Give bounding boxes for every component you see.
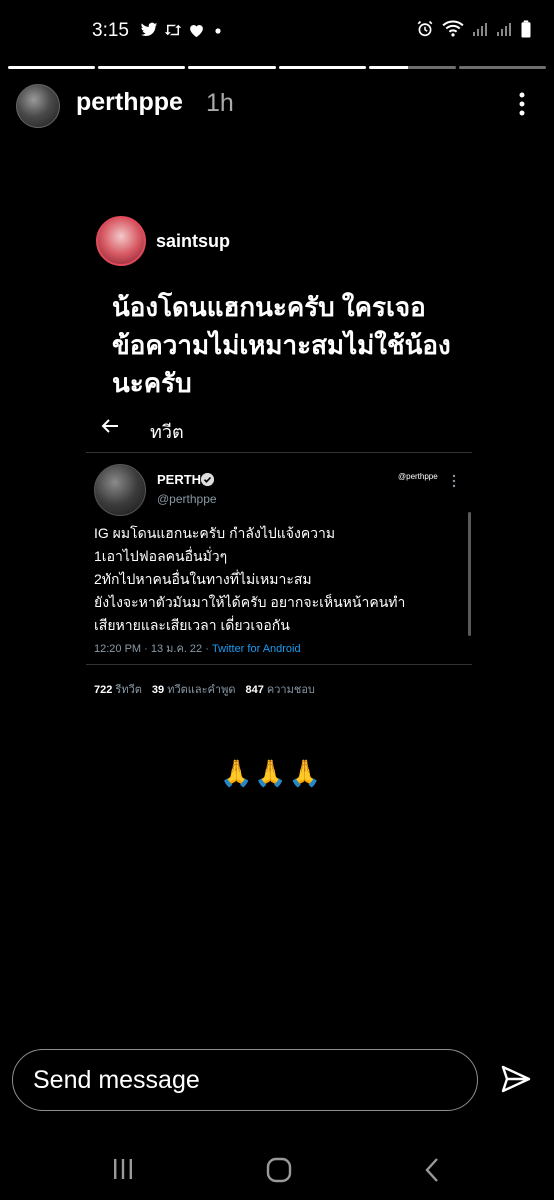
divider — [86, 452, 472, 453]
tweet-meta: 12:20 PM · 13 ม.ค. 22 · Twitter for Andr… — [94, 639, 301, 657]
wifi-icon — [442, 20, 464, 37]
progress-segment — [278, 66, 366, 69]
verified-badge-icon — [201, 473, 214, 486]
tweet-more-icon — [452, 474, 456, 488]
story-time-ago: 1h — [206, 89, 234, 117]
repost-username: saintsup — [156, 231, 231, 251]
stat-likes: 847 ความชอบ — [245, 684, 315, 696]
prayer-emoji: 🙏🙏🙏 — [220, 758, 324, 788]
battery-icon — [521, 20, 531, 38]
tweet-author-avatar — [94, 464, 146, 516]
story-progress-bar — [8, 66, 547, 70]
story-username[interactable]: perthppe — [76, 88, 183, 117]
progress-segment — [458, 66, 547, 69]
signal-icon — [473, 23, 487, 36]
more-options-icon[interactable] — [512, 90, 532, 118]
divider — [86, 664, 472, 665]
dot-icon — [215, 28, 221, 34]
tweet-body: IG ผมโดนแฮกนะครับ กำลังไปแจ้งความ 1เอาไป… — [94, 525, 406, 633]
progress-segment-current — [368, 66, 456, 69]
alarm-icon — [417, 20, 433, 37]
stat-quotes: 39 ทวีตและคำพูด — [151, 684, 236, 696]
home-icon[interactable] — [266, 1157, 292, 1183]
tweet-source: Twitter for Android — [211, 643, 301, 655]
tweet-stats: 722 รีทวีต 39 ทวีตและคำพูด 847 ความชอบ — [94, 680, 325, 698]
repost-caption: น้องโดนแฮกนะครับ ใครเจอ ข้อความไม่เหมาะส… — [112, 292, 451, 398]
twitter-icon — [140, 22, 158, 37]
status-system-icons — [416, 20, 532, 38]
repost-avatar — [96, 216, 146, 266]
tweet-corner-handle: @perthppe — [398, 472, 438, 481]
tweet-author-handle: @perthppe — [157, 492, 217, 506]
progress-segment — [188, 66, 276, 69]
progress-segment — [98, 66, 186, 69]
progress-segment — [8, 66, 96, 69]
tweet-timestamp: 12:20 PM · 13 ม.ค. 22 · — [94, 643, 212, 655]
retweet-icon — [164, 24, 182, 36]
status-time: 3:15 — [92, 20, 129, 41]
heart-icon — [190, 25, 203, 38]
status-notification-icons — [140, 22, 225, 38]
back-icon[interactable] — [424, 1157, 440, 1183]
send-message-placeholder: Send message — [33, 1066, 200, 1094]
stat-retweets: 722 รีทวีต — [94, 684, 142, 696]
arrow-left-icon — [101, 419, 118, 433]
recents-icon[interactable] — [112, 1157, 134, 1181]
tweet-header-title: ทวีต — [150, 422, 184, 442]
signal-icon — [497, 23, 511, 36]
send-icon[interactable] — [500, 1064, 532, 1094]
tweet-author-name: PERTH — [157, 472, 202, 487]
avatar[interactable] — [16, 84, 60, 128]
scrollbar — [468, 512, 471, 636]
